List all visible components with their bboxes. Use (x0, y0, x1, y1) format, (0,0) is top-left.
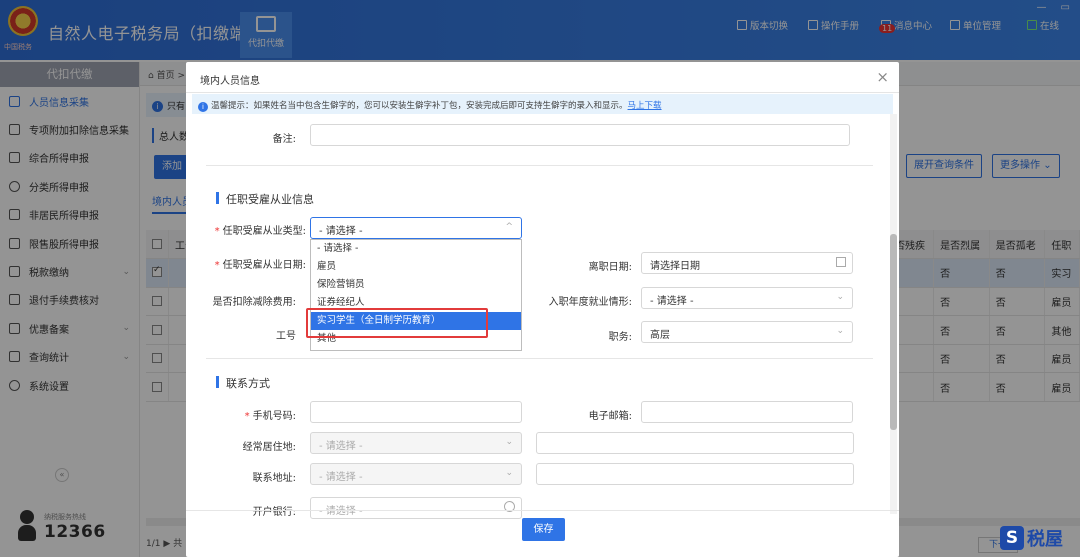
footer-divider (186, 510, 899, 511)
remark-input[interactable] (310, 124, 850, 146)
divider (206, 165, 873, 166)
label-text: 任职受雇从业类型: (222, 226, 306, 237)
info-icon: i (198, 102, 208, 112)
position-label: 职务: (608, 332, 632, 343)
position-select[interactable]: 高层 ⌄ (641, 321, 853, 343)
logo-mark-icon: S (1000, 526, 1024, 550)
bank-select[interactable]: - 请选择 - (310, 497, 522, 519)
select-value: - 请选择 - (650, 296, 694, 307)
select-value: - 请选择 - (319, 441, 363, 452)
email-label: 电子邮箱: (588, 411, 632, 422)
calendar-icon (836, 257, 846, 267)
tip-label: 温馨提示： (211, 101, 254, 111)
save-button[interactable]: 保存 (522, 518, 565, 541)
select-value: 高层 (650, 330, 670, 341)
label-text: 手机号码: (252, 411, 296, 422)
scrollbar-thumb[interactable] (890, 234, 897, 430)
logo-text: 税屋 (1027, 529, 1063, 550)
option-insurance-agent[interactable]: 保险营销员 (311, 276, 521, 294)
section-employment: 任职受雇从业信息 (216, 191, 314, 207)
contact-address-select[interactable]: - 请选择 - ⌄ (310, 463, 522, 485)
chevron-up-icon: ^ (505, 222, 513, 232)
residence-select[interactable]: - 请选择 - ⌄ (310, 432, 522, 454)
section-contact: 联系方式 (216, 375, 270, 391)
watermark-logo: S 税屋 (1000, 525, 1063, 551)
highlight-annotation-box (306, 308, 488, 338)
dialog-title: 境内人员信息 (186, 62, 899, 93)
chevron-down-icon: ⌄ (836, 292, 844, 302)
email-input[interactable] (641, 401, 853, 423)
dialog-scrollbar[interactable] (890, 114, 897, 514)
select-value: - 请选择 - (319, 472, 363, 483)
option-placeholder[interactable]: - 请选择 - (311, 240, 521, 258)
contact-address-detail-input[interactable] (536, 463, 854, 485)
leave-date-label: 离职日期: (588, 262, 632, 273)
download-link[interactable]: 马上下载 (628, 101, 662, 111)
entry-year-select[interactable]: - 请选择 - ⌄ (641, 287, 853, 309)
contact-address-label: 联系地址: (252, 473, 296, 484)
tip-text: 如果姓名当中包含生僻字的，您可以安装生僻字补丁包，安装完成后即可支持生僻字的录入… (253, 101, 628, 111)
divider (206, 358, 873, 359)
label-text: 任职受雇从业日期: (222, 260, 306, 271)
employment-type-label: * 任职受雇从业类型: (214, 226, 306, 237)
select-value: - 请选择 - (319, 226, 363, 237)
close-icon[interactable]: × (876, 68, 889, 86)
person-info-dialog: 境内人员信息 × i 温馨提示：如果姓名当中包含生僻字的，您可以安装生僻字补丁包，… (186, 62, 899, 557)
employment-date-label: * 任职受雇从业日期: (214, 260, 306, 271)
residence-label: 经常居住地: (242, 442, 296, 453)
chevron-down-icon: ⌄ (505, 437, 513, 447)
employment-type-select[interactable]: - 请选择 - ^ (310, 217, 522, 239)
remark-label: 备注: (272, 134, 296, 145)
option-employee[interactable]: 雇员 (311, 258, 521, 276)
gonghao-label: 工号 (276, 331, 296, 342)
deduct-fee-label: 是否扣除减除费用: (212, 297, 296, 308)
tip-bar: i 温馨提示：如果姓名当中包含生僻字的，您可以安装生僻字补丁包，安装完成后即可支持… (192, 94, 893, 114)
chevron-down-icon: ⌄ (836, 326, 844, 336)
date-placeholder: 请选择日期 (650, 261, 700, 272)
residence-detail-input[interactable] (536, 432, 854, 454)
entry-year-label: 入职年度就业情形: (548, 297, 632, 308)
leave-date-input[interactable]: 请选择日期 (641, 252, 853, 274)
select-value: - 请选择 - (319, 506, 363, 517)
phone-label: * 手机号码: (244, 411, 296, 422)
chevron-down-icon: ⌄ (505, 468, 513, 478)
phone-input[interactable] (310, 401, 522, 423)
